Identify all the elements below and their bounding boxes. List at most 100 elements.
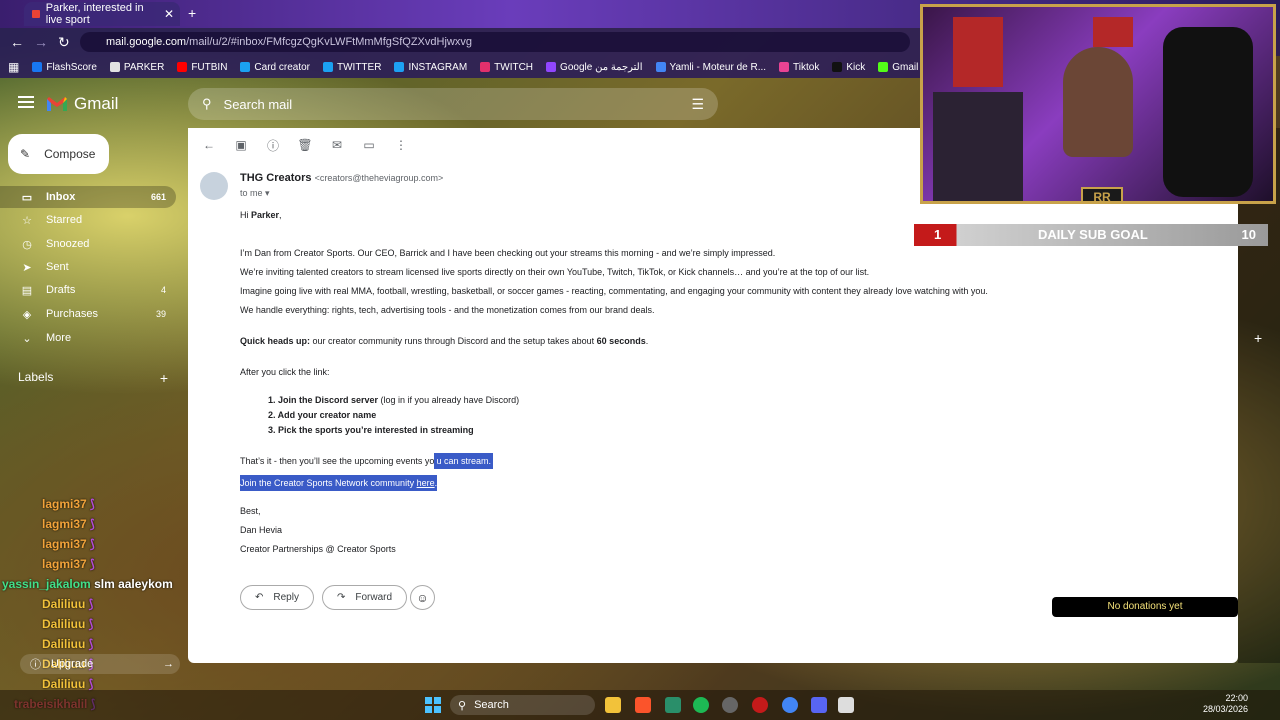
search-options-icon[interactable]: ☰ — [691, 96, 704, 113]
steps-list: 1. Join the Discord server (log in if yo… — [268, 395, 519, 440]
add-addon-icon[interactable]: + — [1254, 330, 1262, 346]
discord-icon[interactable] — [811, 697, 827, 713]
sidebar-item-label: More — [46, 332, 72, 344]
browser-tab[interactable]: Parker, interested in live sport ✕ — [24, 2, 180, 26]
url-field[interactable]: mail.google.com/mail/u/2/#inbox/FMfcgzQg… — [80, 32, 910, 52]
bookmark-item[interactable]: PARKER — [109, 62, 164, 73]
forward-icon: ↷ — [337, 592, 346, 603]
bookmark-item[interactable]: TWITCH — [480, 62, 533, 73]
smiley-icon: ☺ — [416, 590, 429, 605]
step-title: 2. Add your creator name — [268, 410, 377, 420]
sub-goal-target: 10 — [1241, 227, 1256, 242]
join-link[interactable]: here — [417, 478, 435, 488]
back-arrow-icon[interactable]: ← — [10, 34, 24, 50]
upgrade-label: Upgrade — [51, 658, 94, 670]
opera-icon[interactable] — [752, 697, 768, 713]
step-note: (log in if you already have Discord) — [378, 395, 520, 405]
sidebar-item-drafts[interactable]: ▤ Drafts 4 — [0, 279, 176, 301]
close-tab-icon[interactable]: ✕ — [164, 7, 174, 21]
mark-unread-icon[interactable]: ✉ — [328, 138, 346, 152]
bookmark-favicon-icon — [480, 62, 491, 72]
main-menu-icon[interactable] — [18, 96, 34, 108]
recipient-details[interactable]: to me ▾ — [240, 188, 270, 199]
clock-time: 22:00 — [1225, 693, 1248, 703]
chat-username: lagmi37 — [42, 517, 87, 531]
bookmark-item[interactable]: INSTAGRAM — [394, 62, 467, 73]
search-icon[interactable]: ⚲ — [202, 96, 212, 112]
send-icon: ➤ — [22, 261, 32, 274]
badge-icon: ⟆ — [85, 597, 94, 611]
windows-start-icon[interactable] — [425, 697, 441, 713]
sidebar-item-inbox[interactable]: ▭ Inbox 661 — [0, 186, 176, 208]
bookmark-favicon-icon — [323, 62, 333, 72]
bookmark-item[interactable]: TWITTER — [323, 62, 381, 73]
sender-name[interactable]: THG Creators — [240, 172, 312, 184]
chat-message: lagmi37 ⟆ — [0, 497, 190, 517]
app-icon-2[interactable] — [838, 697, 854, 713]
reload-icon[interactable]: ↻ — [58, 34, 70, 51]
chat-message: Daliliuu ⟆ — [0, 617, 190, 637]
emoji-reaction-button[interactable]: ☺ — [410, 585, 435, 610]
search-bar[interactable]: ⚲ Search mail ☰ — [188, 88, 718, 120]
clock[interactable]: 22:00 28/03/2026 — [1203, 693, 1248, 715]
report-spam-icon[interactable]: ⓘ — [264, 137, 282, 154]
compose-button[interactable]: ✎ Compose — [8, 134, 109, 174]
paragraph-2: We’re inviting talented creators to stre… — [240, 267, 870, 277]
bookmark-item[interactable]: Card creator — [240, 62, 310, 73]
search-input[interactable]: Search mail — [224, 97, 293, 112]
upgrade-button[interactable]: ⓘ Upgrade → — [20, 654, 180, 674]
sidebar-item-purchases[interactable]: ◈ Purchases 39 — [0, 303, 176, 325]
bookmark-label: FlashScore — [46, 61, 97, 73]
archive-icon[interactable]: ▣ — [232, 138, 250, 152]
file-explorer-icon[interactable] — [605, 697, 621, 713]
bookmark-item[interactable]: Google الترجمة من — [546, 62, 643, 73]
spotify-icon[interactable] — [693, 697, 709, 713]
gmail-m-icon — [47, 97, 67, 111]
clock-icon: ◷ — [22, 238, 32, 251]
signoff: Best, — [240, 506, 261, 516]
sidebar-item-more[interactable]: ⌄ More — [0, 327, 176, 349]
chat-username: Daliliuu — [42, 597, 86, 611]
add-label-icon[interactable]: + — [160, 370, 168, 386]
new-tab-icon[interactable]: + — [188, 5, 196, 21]
brave-browser-icon[interactable] — [635, 697, 651, 713]
taskbar: ⚲ Search 22:00 28/03/2026 — [0, 690, 1280, 720]
step-title: 3. Pick the sports you’re interested in … — [268, 425, 474, 435]
search-icon: ⚲ — [458, 699, 467, 712]
heads-up-end: . — [645, 336, 649, 346]
chrome-icon[interactable] — [782, 697, 798, 713]
back-to-inbox-icon[interactable]: ← — [200, 138, 218, 152]
chat-username: Daliliuu — [42, 637, 86, 651]
delete-icon[interactable]: 🗑 — [296, 138, 314, 152]
sidebar-item-snoozed[interactable]: ◷ Snoozed — [0, 233, 176, 255]
apps-grid-icon[interactable]: ▦ — [8, 60, 19, 74]
bookmark-item[interactable]: Yamli - Moteur de R... — [655, 62, 766, 73]
bookmark-favicon-icon — [240, 62, 251, 72]
forward-arrow-icon[interactable]: → — [34, 34, 48, 50]
taskbar-search[interactable]: ⚲ Search — [450, 695, 595, 715]
bookmark-item[interactable]: Gmail — [878, 62, 918, 73]
reply-button[interactable]: ↶ Reply — [240, 585, 314, 610]
bookmark-label: Gmail — [892, 61, 919, 73]
steam-icon[interactable] — [722, 697, 738, 713]
reply-label: Reply — [273, 592, 299, 603]
sidebar-item-sent[interactable]: ➤ Sent — [0, 256, 176, 278]
email-pane: ← ▣ ⓘ 🗑 ✉ ▭ ⋮ THG Creators <creators@the… — [188, 128, 1238, 663]
bookmark-item[interactable]: FlashScore — [32, 62, 97, 73]
info-icon: ⓘ — [30, 659, 41, 671]
greeting-suffix: , — [279, 210, 282, 220]
sender-avatar[interactable] — [200, 172, 228, 200]
bookmark-item[interactable]: Tiktok — [779, 62, 819, 73]
heads-up-text: our creator community runs through Disco… — [310, 336, 597, 346]
move-to-icon[interactable]: ▭ — [360, 138, 378, 152]
more-options-icon[interactable]: ⋮ — [392, 138, 410, 152]
sidebar-item-label: Starred — [46, 214, 83, 226]
app-icon[interactable] — [665, 697, 681, 713]
bookmark-item[interactable]: FUTBIN — [177, 62, 227, 73]
bookmark-item[interactable]: Kick — [832, 62, 865, 73]
sidebar-item-starred[interactable]: ☆ Starred — [0, 209, 176, 231]
forward-button[interactable]: ↷ Forward — [322, 585, 408, 610]
gmail-logo[interactable]: Gmail — [46, 94, 118, 114]
step-item: 2. Add your creator name — [268, 410, 519, 425]
badge-icon: ⟆ — [86, 517, 95, 531]
